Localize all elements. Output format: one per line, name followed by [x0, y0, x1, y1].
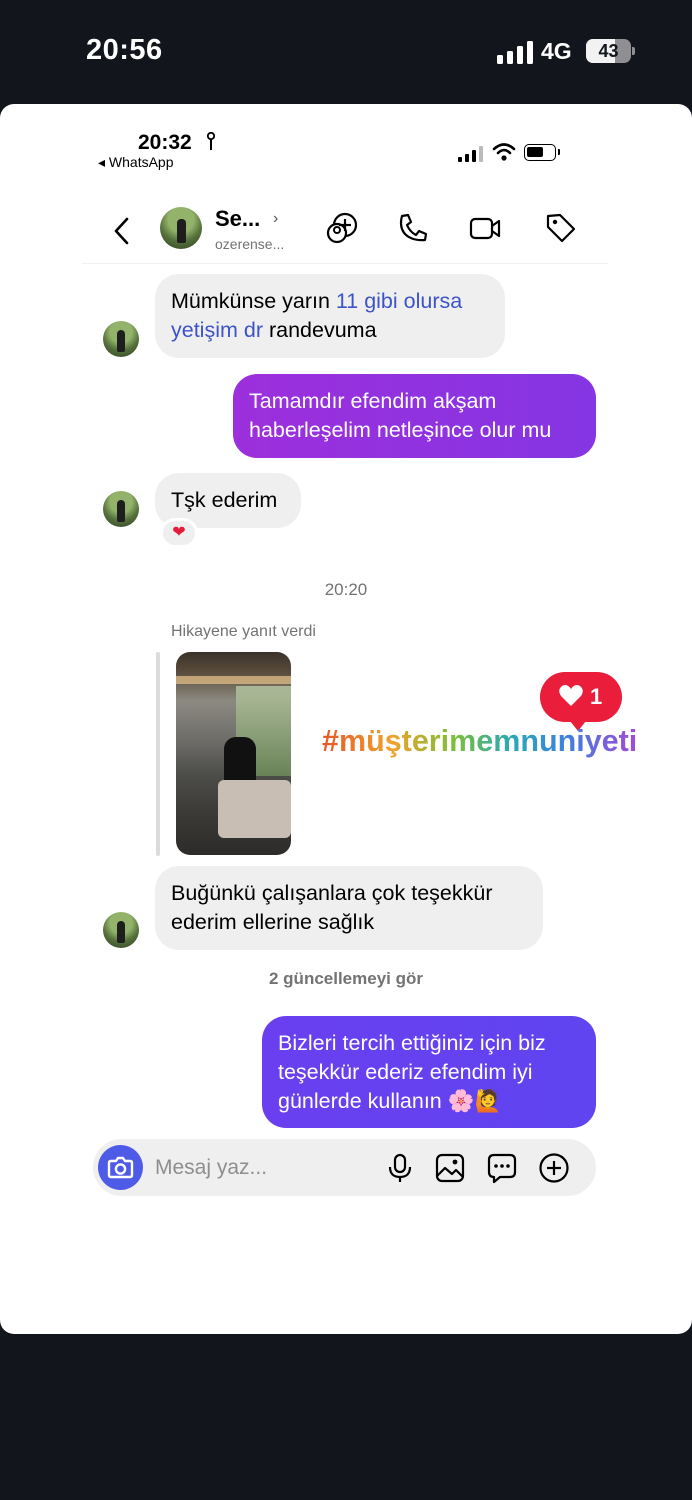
timestamp: 20:20 — [324, 580, 368, 599]
inner-clock: 20:32 — [138, 131, 192, 154]
back-chevron-icon[interactable] — [112, 216, 132, 246]
camera-icon — [107, 1156, 134, 1179]
story-reply-bar — [156, 652, 160, 856]
like-count: 1 — [590, 684, 603, 709]
camera-button[interactable] — [98, 1145, 143, 1190]
phone-icon[interactable] — [396, 211, 430, 245]
message-text: randevuma — [262, 318, 377, 342]
sender-avatar[interactable] — [103, 321, 139, 357]
gallery-icon[interactable] — [434, 1152, 466, 1184]
outer-status-bar: 20:56 4G 43 — [0, 0, 692, 104]
sender-avatar[interactable] — [103, 491, 139, 527]
message-composer[interactable]: Mesaj yaz... — [93, 1139, 596, 1196]
message-bubble-outgoing[interactable]: Tamamdır efendim akşam haberleşelim netl… — [233, 374, 596, 458]
network-type: 4G — [541, 38, 572, 64]
battery-icon: 43 — [586, 39, 635, 63]
message-bubble-incoming[interactable]: Buğünkü çalışanlara çok teşekkür ederim … — [155, 866, 543, 950]
conversation-header: Se... › ozerense... — [82, 184, 608, 264]
inner-signal-icon — [458, 146, 484, 162]
back-to-app-link[interactable]: ◂ WhatsApp — [98, 154, 174, 171]
sender-avatar[interactable] — [103, 912, 139, 948]
inner-battery-icon — [524, 144, 560, 161]
sticker-icon[interactable] — [486, 1152, 518, 1184]
outer-clock: 20:56 — [86, 34, 163, 66]
battery-level: 43 — [598, 41, 619, 61]
message-bubble-incoming[interactable]: Mümkünse yarın 11 gibi olursa yetişim dr … — [155, 274, 505, 358]
message-bubble-outgoing[interactable]: Bizleri tercih ettiğiniz için biz teşekk… — [262, 1016, 596, 1128]
contact-name[interactable]: Se... — [215, 206, 260, 232]
video-call-icon[interactable] — [468, 211, 502, 245]
wifi-icon — [492, 143, 516, 161]
location-pin-icon — [206, 132, 216, 150]
screenshot-card: 20:32 ◂ WhatsApp Se... › ozerense... Müm… — [0, 104, 692, 1334]
message-input[interactable]: Mesaj yaz... — [155, 1156, 267, 1180]
heart-icon — [559, 685, 583, 706]
message-text: Tamamdır efendim akşam haberleşelim netl… — [249, 389, 552, 442]
story-reply-label: Hikayene yanıt verdi — [171, 623, 316, 640]
message-link[interactable]: 11 gibi olursa — [336, 289, 462, 313]
see-updates-link[interactable]: 2 güncellemeyi gör — [0, 969, 692, 989]
add-people-icon[interactable] — [326, 211, 360, 245]
story-hashtag: #müşterimemnuniyeti — [322, 724, 638, 758]
like-badge: 1 — [540, 672, 622, 731]
contact-avatar[interactable] — [160, 207, 202, 249]
contact-username[interactable]: ozerense... — [215, 236, 284, 252]
story-thumbnail[interactable] — [176, 652, 291, 855]
message-link[interactable]: yetişim dr — [171, 318, 263, 342]
microphone-icon[interactable] — [384, 1152, 416, 1184]
cellular-signal-icon — [497, 40, 533, 64]
message-text: Mümkünse yarın — [171, 289, 336, 313]
heart-reaction[interactable]: ❤ — [160, 518, 198, 548]
tag-icon[interactable] — [544, 211, 578, 245]
message-text: Buğünkü çalışanlara çok teşekkür ederim … — [171, 881, 493, 934]
message-text: Bizleri tercih ettiğiniz için biz teşekk… — [278, 1031, 546, 1113]
plus-icon[interactable] — [538, 1152, 570, 1184]
chevron-right-icon[interactable]: › — [273, 210, 278, 228]
message-text: Tşk ederim — [171, 488, 278, 512]
